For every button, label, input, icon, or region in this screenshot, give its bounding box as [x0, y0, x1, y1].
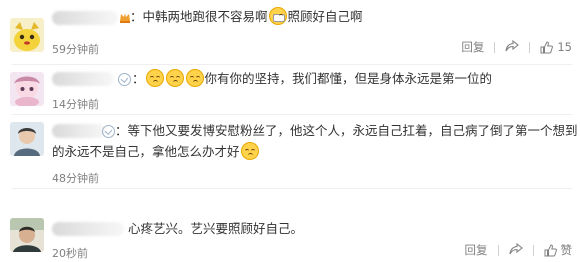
- avatar[interactable]: [10, 122, 44, 156]
- comment-item: ：你有你的坚持，我们都懂，但是身体永远是第一位的 14分钟前: [0, 64, 580, 114]
- share-icon[interactable]: [508, 242, 523, 258]
- relieved-face-emoji: [165, 69, 184, 87]
- comment-list: ：中韩两地跑很不容易啊 照顾好自己啊 59分钟前 回复 15 ： 你有你的坚持，…: [0, 0, 580, 262]
- comment-text: ：等下他又要发博安慰粉丝了，他这个人，永远自己扛着，自己病了倒了第一个想到: [115, 123, 578, 138]
- relieved-face-emoji: [240, 142, 259, 160]
- relieved-face-emoji: [145, 69, 164, 87]
- vip-check-icon: [102, 125, 115, 138]
- comment-time: 48分钟前: [52, 172, 99, 185]
- comment-text: ：中韩两地跑很不容易啊 照顾好自己啊: [130, 7, 363, 25]
- thumbs-up-icon: [544, 243, 557, 256]
- mask-face-emoji: [268, 7, 287, 25]
- username[interactable]: [52, 11, 118, 25]
- share-icon[interactable]: [505, 39, 520, 55]
- comment-item: ：中韩两地跑很不容易啊 照顾好自己啊 59分钟前 回复 15: [0, 0, 580, 64]
- comment-text: 心疼艺兴。艺兴要照顾好自己。: [128, 221, 304, 236]
- avatar[interactable]: [10, 18, 44, 52]
- like-button[interactable]: 15: [540, 40, 572, 54]
- like-count: 15: [557, 40, 572, 54]
- thumbs-up-icon: [540, 40, 554, 53]
- avatar[interactable]: [10, 72, 44, 106]
- reply-button[interactable]: 回复: [461, 39, 484, 55]
- relieved-face-emoji: [185, 69, 204, 87]
- comment-actions: 回复 15: [461, 39, 572, 55]
- comment-time: 20秒前: [52, 247, 88, 260]
- divider: [494, 41, 496, 53]
- like-button[interactable]: 赞: [544, 242, 573, 258]
- divider: [497, 244, 499, 256]
- comment-text-continued: 的永远不是自己，拿他怎么办才好: [52, 141, 260, 162]
- comment-time: 14分钟前: [52, 98, 99, 111]
- username[interactable]: [52, 124, 106, 138]
- like-label: 赞: [560, 243, 573, 257]
- comment-actions: 回复 赞: [465, 242, 573, 258]
- divider: [532, 244, 534, 256]
- username[interactable]: [52, 72, 114, 86]
- vip-check-icon: [118, 73, 131, 86]
- comment-item: 心疼艺兴。艺兴要照顾好自己。 20秒前 回复 赞: [0, 188, 580, 262]
- comment-item: ：等下他又要发博安慰粉丝了，他这个人，永远自己扛着，自己病了倒了第一个想到 的永…: [0, 114, 580, 188]
- reply-button[interactable]: 回复: [465, 242, 488, 258]
- comment-text: ：你有你的坚持，我们都懂，但是身体永远是第一位的: [132, 69, 493, 87]
- comment-time: 59分钟前: [52, 43, 99, 56]
- username[interactable]: [52, 222, 124, 236]
- avatar[interactable]: [10, 218, 44, 252]
- divider: [529, 41, 531, 53]
